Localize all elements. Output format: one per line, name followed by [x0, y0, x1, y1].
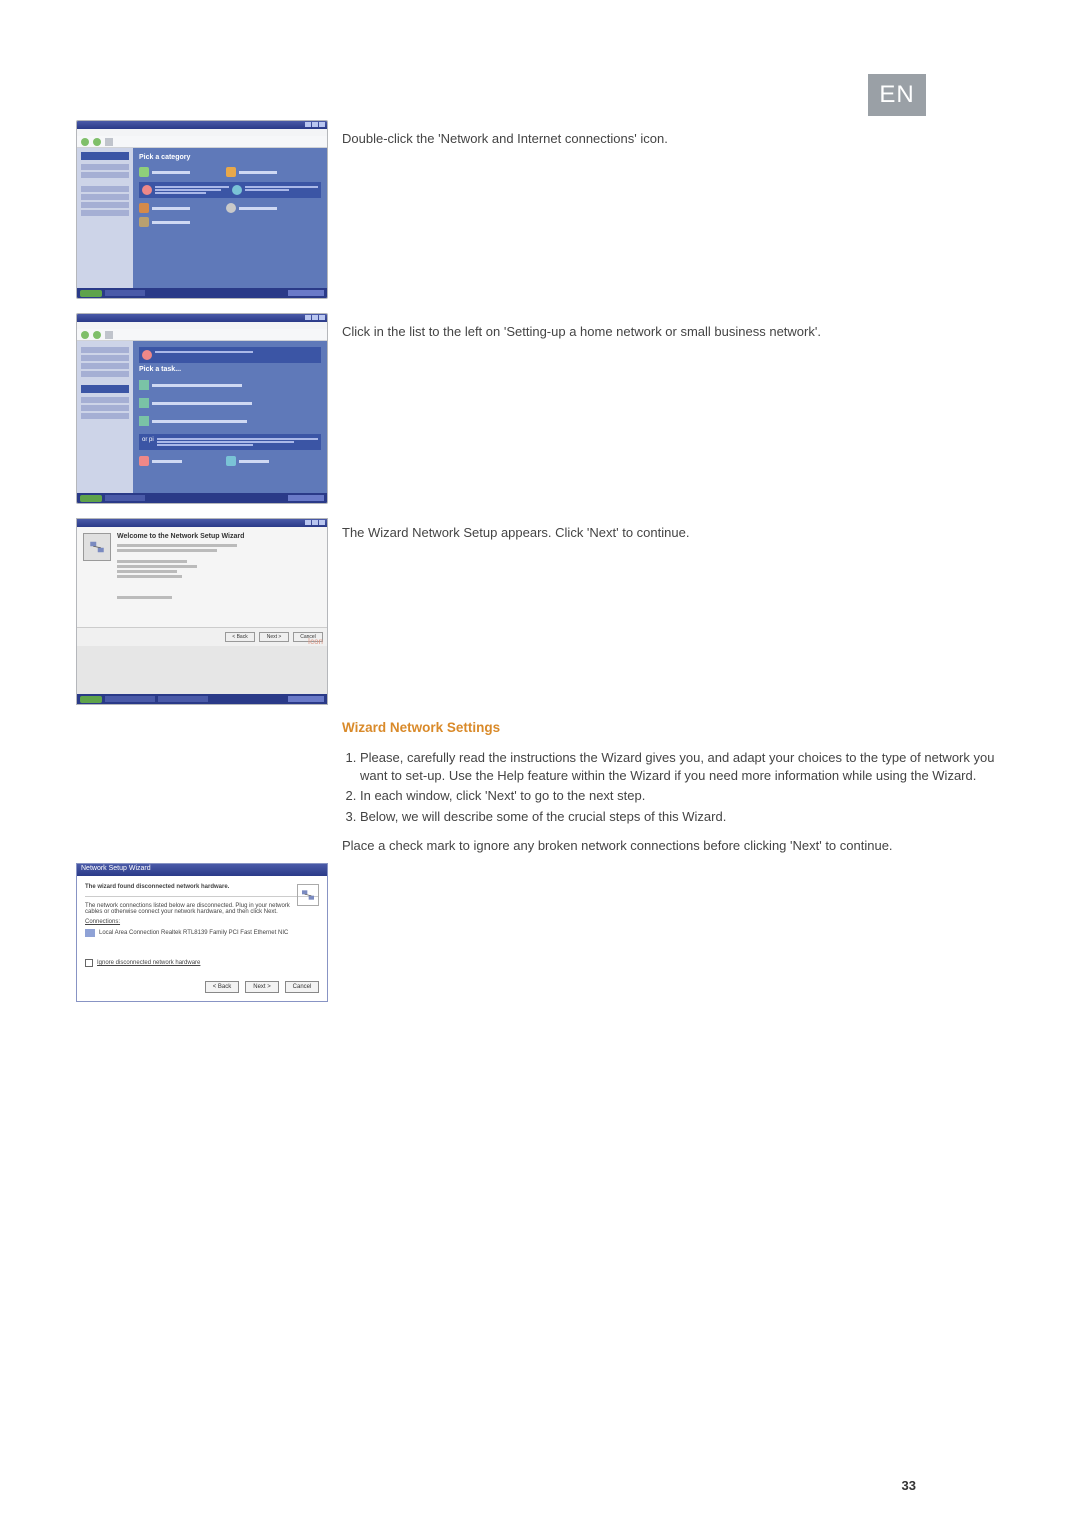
network-wizard-icon — [297, 884, 319, 906]
screenshot-disconnected-hardware: Network Setup Wizard The wizard found di… — [76, 863, 328, 1002]
dialog-next-button[interactable]: Next > — [245, 981, 279, 993]
instruction-item-1: Please, carefully read the instructions … — [360, 749, 1004, 784]
dialog-title: Network Setup Wizard — [77, 864, 327, 876]
checkbox-label: Ignore disconnected network hardware — [97, 960, 200, 966]
step3-caption: The Wizard Network Setup appears. Click … — [342, 518, 1004, 542]
dialog-bold-line: The wizard found disconnected network ha… — [85, 884, 319, 890]
wizard-settings-heading: Wizard Network Settings — [342, 719, 1004, 737]
step1-caption: Double-click the 'Network and Internet c… — [342, 120, 1004, 148]
wizard-next-button[interactable]: Next > — [259, 632, 289, 642]
dialog-description: The network connections listed below are… — [85, 903, 319, 915]
instruction-item-2: In each window, click 'Next' to go to th… — [360, 787, 1004, 805]
connection-item: Local Area Connection Realtek RTL8139 Fa… — [85, 929, 319, 937]
dialog-back-button[interactable]: < Back — [205, 981, 239, 993]
icon-label-overlay: Icon — [308, 637, 323, 646]
screenshot-network-tasks: Pick a task... or pi — [76, 313, 328, 504]
wizard-back-button[interactable]: < Back — [225, 632, 255, 642]
connections-label: Connections: — [85, 919, 319, 925]
pick-task-heading: Pick a task... — [139, 366, 321, 373]
instruction-item-3: Below, we will describe some of the cruc… — [360, 808, 1004, 826]
dialog-cancel-button[interactable]: Cancel — [285, 981, 319, 993]
screenshot-wizard-welcome: Welcome to the Network Setup Wizard < Ba… — [76, 518, 328, 705]
page-number: 33 — [902, 1478, 916, 1493]
language-badge: EN — [868, 74, 926, 116]
nic-icon — [85, 929, 95, 937]
ignore-disconnected-checkbox[interactable] — [85, 959, 93, 967]
pick-category-heading: Pick a category — [139, 154, 321, 161]
screenshot-control-panel: Pick a category — [76, 120, 328, 299]
wizard-welcome-title: Welcome to the Network Setup Wizard — [117, 533, 244, 540]
step2-caption: Click in the list to the left on 'Settin… — [342, 313, 1004, 341]
or-pick-label: or pi — [142, 437, 154, 447]
check-mark-paragraph: Place a check mark to ignore any broken … — [342, 837, 1004, 855]
network-wizard-icon — [83, 533, 111, 561]
